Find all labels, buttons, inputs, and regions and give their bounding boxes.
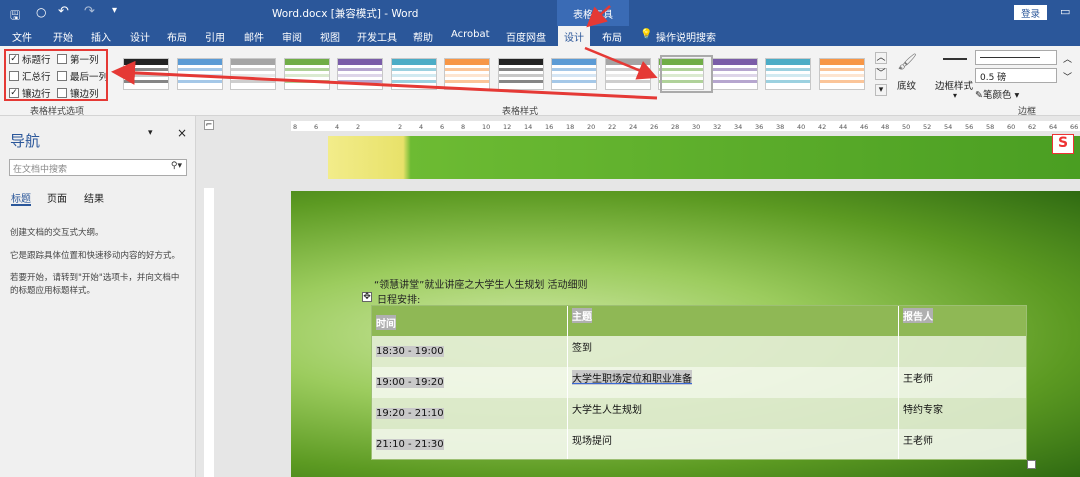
arrow-to-style [584, 46, 658, 80]
arrow-to-tab [586, 5, 611, 28]
arrow-to-options [111, 60, 658, 100]
annotation-arrows [111, 5, 658, 100]
